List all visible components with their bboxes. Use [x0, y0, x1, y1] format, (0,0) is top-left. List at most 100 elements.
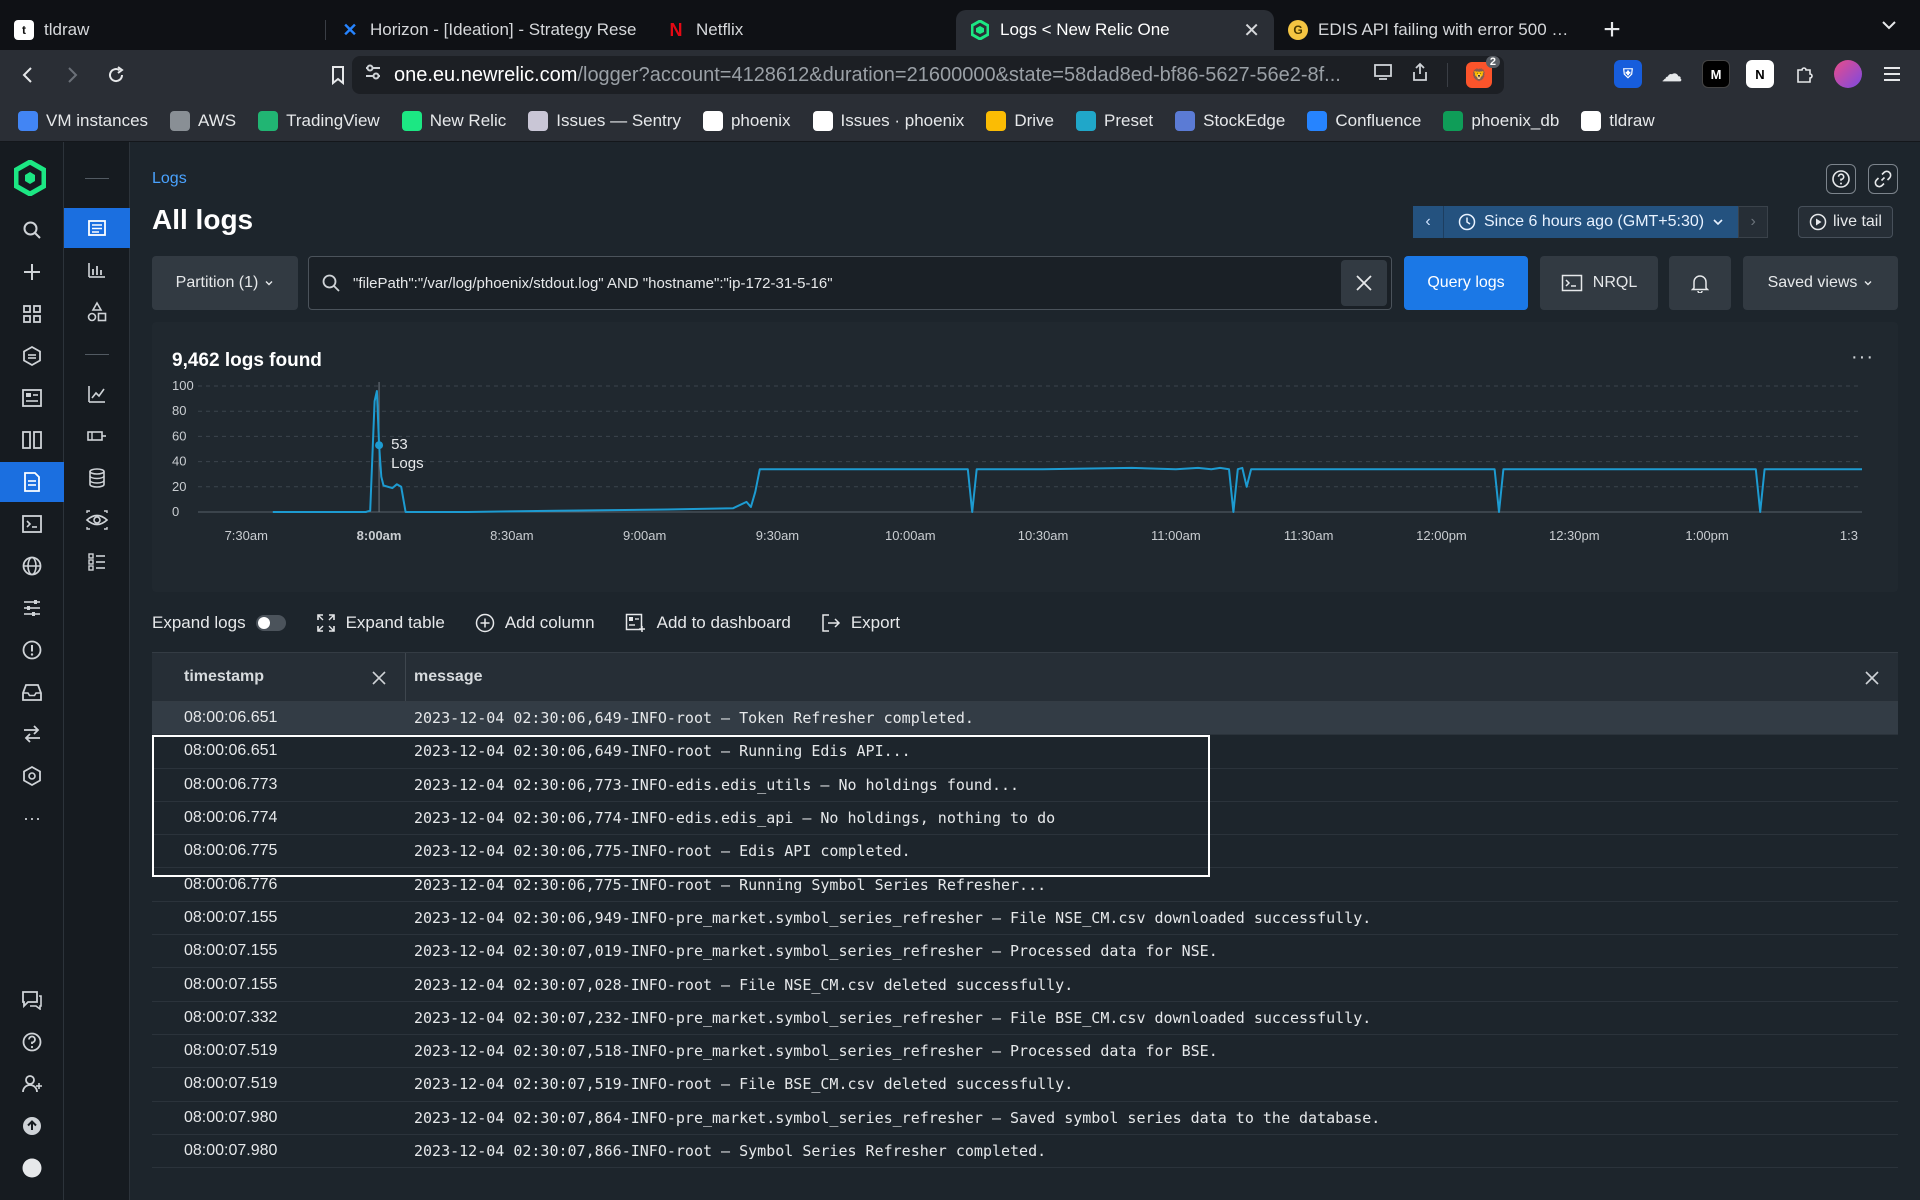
browser-menu-icon[interactable]	[1878, 60, 1906, 88]
bookmark-item[interactable]: tldraw	[1581, 110, 1655, 131]
notion-icon[interactable]: N	[1746, 60, 1774, 88]
url-text[interactable]: one.eu.newrelic.com/logger?account=41286…	[394, 64, 1373, 87]
column-header-message[interactable]: message	[406, 653, 1898, 701]
time-forward-button[interactable]: ›	[1738, 206, 1769, 238]
bookmark-item[interactable]: Issues — Sentry	[528, 110, 681, 131]
help-icon[interactable]	[0, 1022, 64, 1062]
expand-logs-toggle[interactable]: Expand logs	[152, 613, 286, 633]
column-header-timestamp[interactable]: timestamp	[152, 653, 406, 701]
bookmark-item[interactable]: phoenix	[702, 110, 791, 131]
newrelic-logo-icon[interactable]	[13, 159, 47, 201]
table-row[interactable]: 08:00:06.651 2023-12-04 02:30:06,649-INFO…	[152, 702, 1898, 736]
logs-icon[interactable]	[0, 462, 64, 502]
infrastructure-icon[interactable]	[0, 420, 64, 460]
live-tail-button[interactable]: live tail	[1798, 206, 1893, 238]
nrql-button[interactable]: NRQL	[1540, 256, 1658, 310]
cloud-extension-icon[interactable]: ☁	[1658, 60, 1686, 88]
reload-button[interactable]	[98, 57, 134, 93]
brave-shields-icon[interactable]: 🦁 2	[1466, 56, 1500, 88]
alerts-icon[interactable]	[0, 630, 64, 670]
bookmark-item[interactable]: AWS	[170, 110, 236, 131]
close-tab-icon[interactable]: ✕	[1243, 18, 1260, 43]
expand-table-button[interactable]: Expand table	[316, 613, 445, 633]
table-row[interactable]: 08:00:07.519 2023-12-04 02:30:07,519-INFO…	[152, 1068, 1898, 1102]
copy-link-button[interactable]	[1868, 164, 1898, 194]
tab-edis-api[interactable]: G EDIS API failing with error 500 - Rec	[1274, 10, 1586, 50]
table-row[interactable]: 08:00:07.155 2023-12-04 02:30:06,949-INFO…	[152, 902, 1898, 936]
apm-hexagon-icon[interactable]	[0, 336, 64, 376]
table-row[interactable]: 08:00:06.773 2023-12-04 02:30:06,773-INFO…	[152, 769, 1898, 802]
bookmark-item[interactable]: phoenix_db	[1443, 110, 1559, 131]
close-details-icon[interactable]	[1864, 670, 1880, 691]
add-to-dashboard-button[interactable]: Add to dashboard	[625, 613, 791, 633]
time-back-button[interactable]: ‹	[1413, 206, 1443, 238]
bookmark-item[interactable]: Issues · phoenix	[812, 110, 964, 131]
toggle-switch[interactable]	[255, 615, 286, 631]
tab-netflix[interactable]: N Netflix	[652, 10, 956, 50]
query-input[interactable]: "filePath":"/var/log/phoenix/stdout.log"…	[308, 256, 1392, 310]
saved-views-dropdown[interactable]: Saved views	[1743, 256, 1898, 310]
share-icon[interactable]	[1411, 62, 1429, 88]
bookmark-item[interactable]: Confluence	[1307, 110, 1421, 131]
remove-column-icon[interactable]	[371, 670, 387, 691]
discussions-icon[interactable]	[0, 980, 64, 1020]
inbox-icon[interactable]	[0, 672, 64, 712]
back-button[interactable]	[10, 57, 46, 93]
time-range-button[interactable]: Since 6 hours ago (GMT+5:30)	[1443, 206, 1739, 238]
parsing-icon[interactable]	[64, 416, 130, 456]
table-row[interactable]: 08:00:06.651 2023-12-04 02:30:06,649-INFO…	[152, 735, 1898, 769]
table-row[interactable]: 08:00:07.980 2023-12-04 02:30:07,866-INFO…	[152, 1135, 1898, 1169]
export-button[interactable]: Export	[821, 613, 900, 633]
bookmark-item[interactable]: Preset	[1075, 110, 1153, 131]
table-row[interactable]: 08:00:07.519 2023-12-04 02:30:07,518-INFO…	[152, 1035, 1898, 1069]
user-avatar-icon[interactable]	[0, 1148, 64, 1188]
table-row[interactable]: 08:00:07.980 2023-12-04 02:30:07,864-INFO…	[152, 1102, 1898, 1135]
address-bar[interactable]: one.eu.newrelic.com/logger?account=41286…	[352, 56, 1504, 94]
logs-chart[interactable]: 100 80 60 40 20 0 7:30am 8:00am 8:30am 9:00am 9:30…	[152, 322, 1898, 592]
drop-rules-icon[interactable]	[64, 542, 130, 582]
errors-inbox-icon[interactable]	[0, 756, 64, 796]
upgrade-icon[interactable]	[0, 1106, 64, 1146]
add-user-icon[interactable]	[0, 1064, 64, 1104]
site-settings-icon[interactable]	[364, 63, 382, 87]
bookmark-item[interactable]: VM instances	[18, 110, 148, 131]
settings-sliders-icon[interactable]	[0, 588, 64, 628]
table-row[interactable]: 08:00:07.155 2023-12-04 02:30:07,019-INFO…	[152, 935, 1898, 969]
bookmark-item[interactable]: StockEdge	[1175, 110, 1285, 131]
table-row[interactable]: 08:00:06.775 2023-12-04 02:30:06,775-INFO…	[152, 835, 1898, 869]
table-row[interactable]: 08:00:07.332 2023-12-04 02:30:07,232-INFO…	[152, 1002, 1898, 1035]
dashboards-icon[interactable]	[0, 378, 64, 418]
tab-newrelic-logs[interactable]: Logs < New Relic One ✕	[956, 10, 1274, 50]
forward-button[interactable]	[54, 57, 90, 93]
clear-query-button[interactable]	[1341, 260, 1387, 306]
search-icon[interactable]	[0, 210, 64, 250]
table-row[interactable]: 08:00:06.776 2023-12-04 02:30:06,775-INFO…	[152, 868, 1898, 902]
table-row[interactable]: 08:00:06.774 2023-12-04 02:30:06,774-INFO…	[152, 802, 1898, 836]
query-builder-icon[interactable]	[0, 504, 64, 544]
add-column-button[interactable]: Add column	[475, 613, 595, 633]
query-text[interactable]: "filePath":"/var/log/phoenix/stdout.log"…	[353, 275, 1341, 292]
tab-tldraw[interactable]: t tldraw	[0, 10, 326, 50]
more-icon[interactable]: ···	[0, 798, 64, 838]
tab-horizon[interactable]: ✕ Horizon - [Ideation] - Strategy Rese	[326, 10, 652, 50]
bookmark-item[interactable]: Drive	[986, 110, 1054, 131]
workloads-arrows-icon[interactable]	[0, 714, 64, 754]
help-button[interactable]	[1826, 164, 1856, 194]
add-data-icon[interactable]	[0, 252, 64, 292]
synthetics-globe-icon[interactable]	[0, 546, 64, 586]
table-row[interactable]: 08:00:07.155 2023-12-04 02:30:07,028-INFO…	[152, 968, 1898, 1002]
bookmark-icon[interactable]	[320, 57, 356, 93]
tab-list-chevron-icon[interactable]	[1880, 16, 1898, 39]
patterns-chart-icon[interactable]	[64, 250, 130, 290]
breadcrumb[interactable]: Logs	[152, 170, 187, 188]
bookmark-item[interactable]: New Relic	[401, 110, 506, 131]
new-tab-button[interactable]: +	[1586, 10, 1638, 50]
cast-icon[interactable]	[1373, 63, 1393, 87]
bookmark-item[interactable]: TradingView	[258, 110, 380, 131]
extensions-puzzle-icon[interactable]	[1790, 60, 1818, 88]
live-tail-chart-icon[interactable]	[64, 374, 130, 414]
query-logs-button[interactable]: Query logs	[1404, 256, 1528, 310]
bitwarden-icon[interactable]: ⛨	[1614, 60, 1642, 88]
shapes-icon[interactable]	[64, 292, 130, 332]
data-partitions-icon[interactable]	[64, 458, 130, 498]
